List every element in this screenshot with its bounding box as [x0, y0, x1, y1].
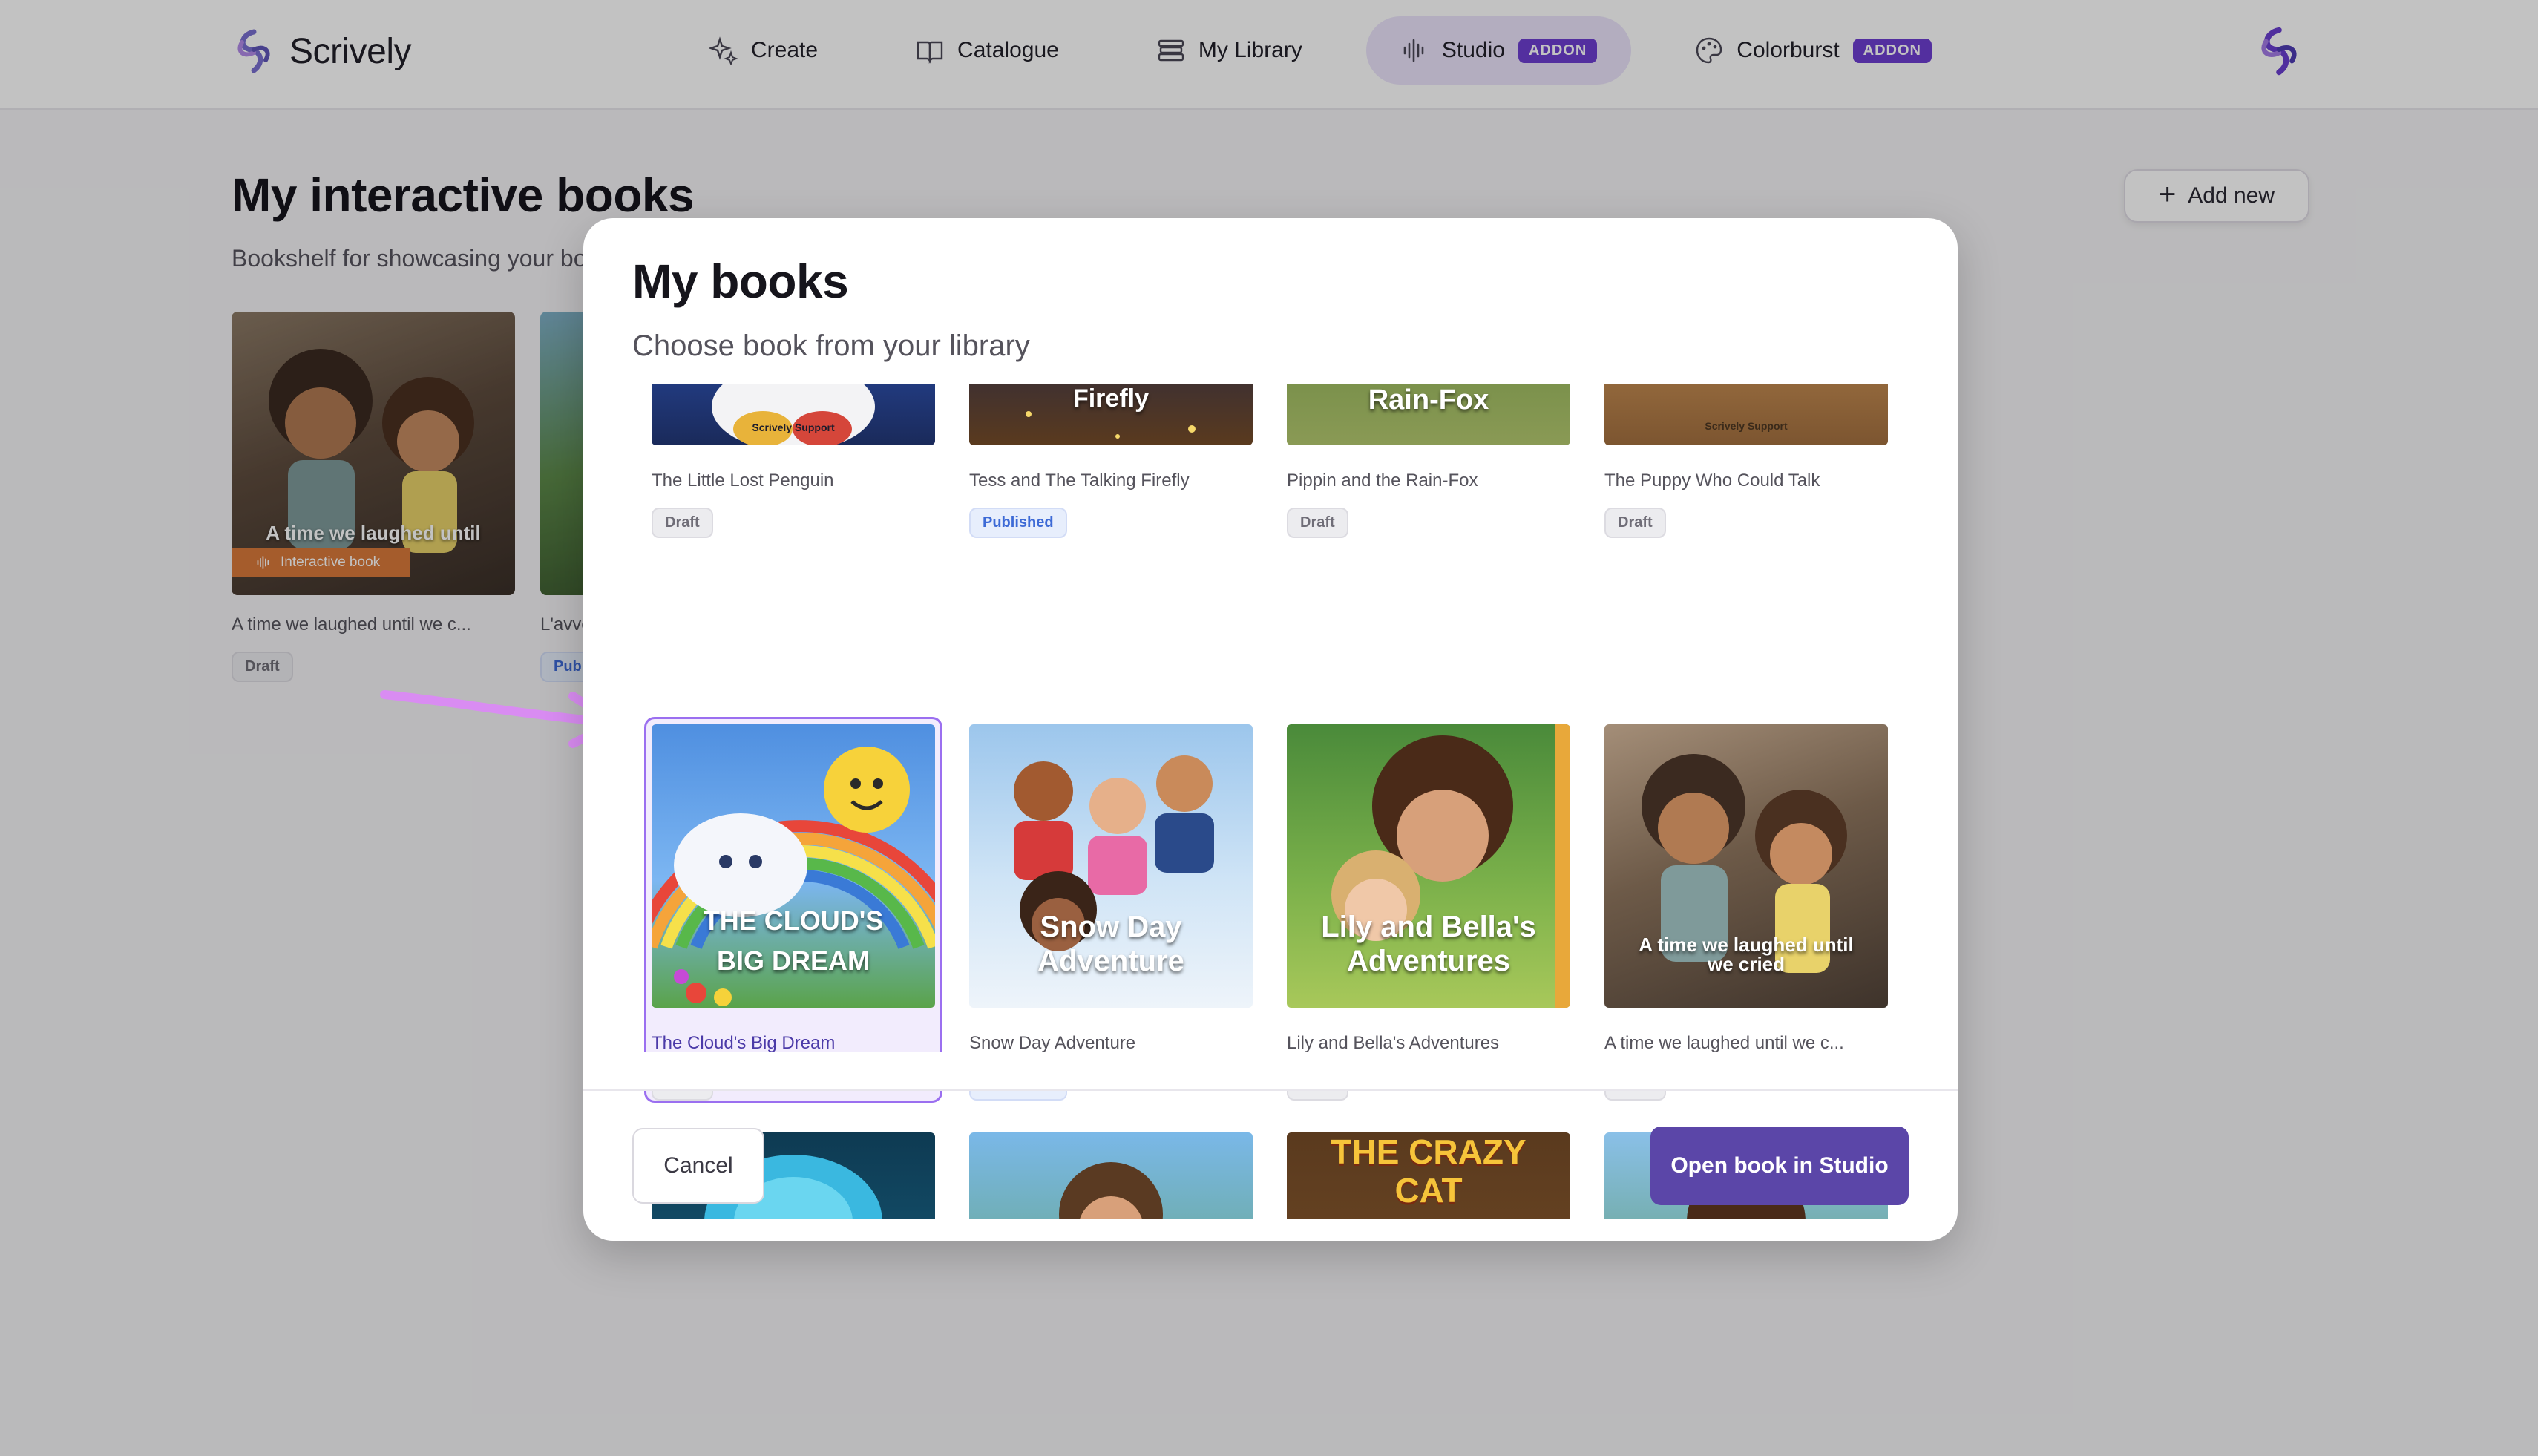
book-title: A time we laughed until we c... — [1604, 1033, 1844, 1053]
cover-text: Scrively Support — [1705, 420, 1788, 432]
book-card-pippin-rain-fox[interactable]: Rain-Fox Pippin and the Rain-Fox Draft — [1287, 384, 1581, 538]
book-card-crazy-cat[interactable]: THE CRAZY CAT — [1287, 1132, 1581, 1219]
book-title: Pippin and the Rain-Fox — [1287, 470, 1478, 491]
modal-divider — [583, 1089, 1958, 1091]
open-in-studio-button[interactable]: Open book in Studio — [1650, 1127, 1909, 1205]
book-card-lily-and-bella[interactable]: Lily and Bella's Adventures Lily and Bel… — [1287, 724, 1581, 1101]
choose-book-modal: My books Choose book from your library S… — [583, 218, 1958, 1241]
book-cover: Rain-Fox — [1287, 384, 1570, 445]
cover-text: Lily and Bella's Adventures — [1321, 911, 1536, 977]
book-card-little-lost-penguin[interactable]: Scrively Support The Little Lost Penguin… — [652, 384, 945, 538]
book-cover: Scrively Support — [652, 384, 935, 445]
book-cover: A time we laughed until we cried — [1604, 724, 1888, 1008]
book-cover: THE CLOUD'S BIG DREAM — [652, 724, 935, 1008]
book-title: Lily and Bella's Adventures — [1287, 1033, 1500, 1053]
cover-text: Firefly — [1072, 384, 1150, 413]
book-card-snow-day-adventure[interactable]: Snow Day Adventure Snow Day Adventure Pu… — [969, 724, 1263, 1101]
status-badge: Draft — [1604, 508, 1666, 538]
book-title: The Cloud's Big Dream — [652, 1033, 836, 1053]
cover-text: Scrively Support — [752, 422, 835, 433]
book-card-partial[interactable] — [969, 1132, 1263, 1219]
book-cover: Lily and Bella's Adventures — [1287, 724, 1570, 1008]
book-card-time-we-laughed[interactable]: A time we laughed until we cried A time … — [1604, 724, 1898, 1101]
book-cover — [969, 1132, 1253, 1219]
book-cover: Firefly — [969, 384, 1253, 445]
cover-illustration — [712, 384, 875, 445]
status-badge: Draft — [1287, 508, 1348, 538]
modal-title: My books — [632, 255, 849, 308]
book-title: Snow Day Adventure — [969, 1033, 1136, 1053]
book-title: The Puppy Who Could Talk — [1604, 470, 1820, 491]
grid-clip — [583, 1052, 1958, 1089]
status-badge: Draft — [652, 508, 713, 538]
book-cover: Scrively Support — [1604, 384, 1888, 445]
book-title: Tess and The Talking Firefly — [969, 470, 1190, 491]
cover-illustration — [1059, 1162, 1163, 1219]
cover-text: THE CRAZY CAT — [1331, 1132, 1527, 1210]
cover-text: A time we laughed until we cried — [1639, 934, 1854, 975]
cover-text: Snow Day Adventure — [1037, 911, 1184, 977]
book-title: The Little Lost Penguin — [652, 470, 834, 491]
cancel-button[interactable]: Cancel — [632, 1128, 764, 1204]
book-cover: Snow Day Adventure — [969, 724, 1253, 1008]
status-badge: Published — [969, 508, 1067, 538]
book-card-clouds-big-dream[interactable]: THE CLOUD'S BIG DREAM The Cloud's Big Dr… — [652, 724, 945, 1101]
book-grid[interactable]: Scrively Support The Little Lost Penguin… — [583, 384, 1958, 1219]
book-card-puppy-who-could-talk[interactable]: Scrively Support The Puppy Who Could Tal… — [1604, 384, 1898, 538]
cover-text: THE CLOUD'S BIG DREAM — [703, 905, 884, 976]
book-card-tess-talking-firefly[interactable]: Firefly Tess and The Talking Firefly Pub… — [969, 384, 1263, 538]
cover-text: Rain-Fox — [1368, 384, 1489, 416]
book-cover: THE CRAZY CAT — [1287, 1132, 1570, 1219]
modal-subtitle: Choose book from your library — [632, 329, 1030, 362]
